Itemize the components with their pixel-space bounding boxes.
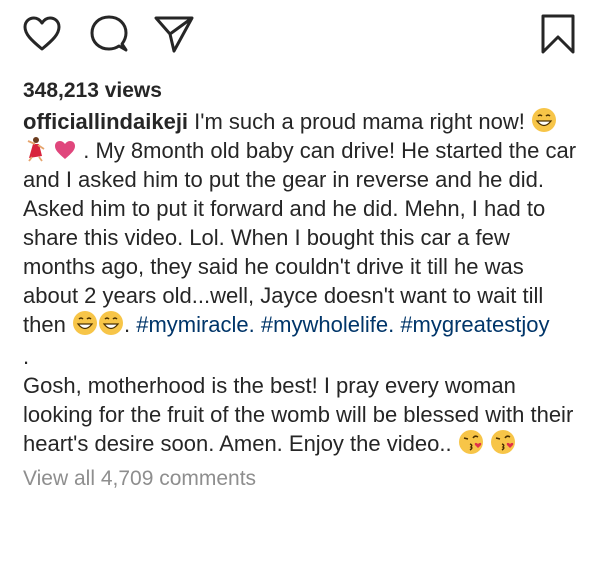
separator: . xyxy=(23,344,30,369)
hashtag-link[interactable]: #mygreatestjoy xyxy=(400,312,549,337)
kissing-face-emoji-icon xyxy=(458,430,483,454)
save-button[interactable] xyxy=(536,12,580,56)
hashtag-link[interactable]: #mymiracle. xyxy=(136,312,255,337)
comment-icon xyxy=(90,15,128,52)
caption-paragraph-2: Gosh, motherhood is the best! I pray eve… xyxy=(23,371,583,458)
username-link[interactable]: officiallindaikeji xyxy=(23,109,188,134)
caption-body: . My 8month old baby can drive! He start… xyxy=(23,138,577,337)
kissing-face-emoji-icon xyxy=(490,430,515,454)
paper-plane-icon xyxy=(154,16,194,53)
view-count[interactable]: 348,213 views xyxy=(23,76,583,105)
share-button[interactable] xyxy=(152,12,196,56)
heart-icon xyxy=(23,16,61,51)
caption-intro: I'm such a proud mama right now! xyxy=(194,109,525,134)
like-button[interactable] xyxy=(20,12,64,56)
hashtag-link[interactable]: #mywholelife. xyxy=(261,312,394,337)
caption-after: . xyxy=(123,312,131,337)
view-all-comments-link[interactable]: View all 4,709 comments xyxy=(23,464,583,493)
dancer-emoji-icon xyxy=(27,137,45,162)
grinning-emoji-icon xyxy=(531,108,556,132)
bookmark-icon xyxy=(541,14,575,54)
grinning-emoji-icon xyxy=(98,311,123,335)
comment-button[interactable] xyxy=(87,12,131,56)
heart-emoji-icon xyxy=(55,141,76,159)
action-bar xyxy=(0,0,600,70)
caption: officiallindaikeji I'm such a proud mama… xyxy=(23,107,583,339)
grinning-emoji-icon xyxy=(72,311,97,335)
post-details: 348,213 views officiallindaikeji I'm suc… xyxy=(23,76,583,493)
